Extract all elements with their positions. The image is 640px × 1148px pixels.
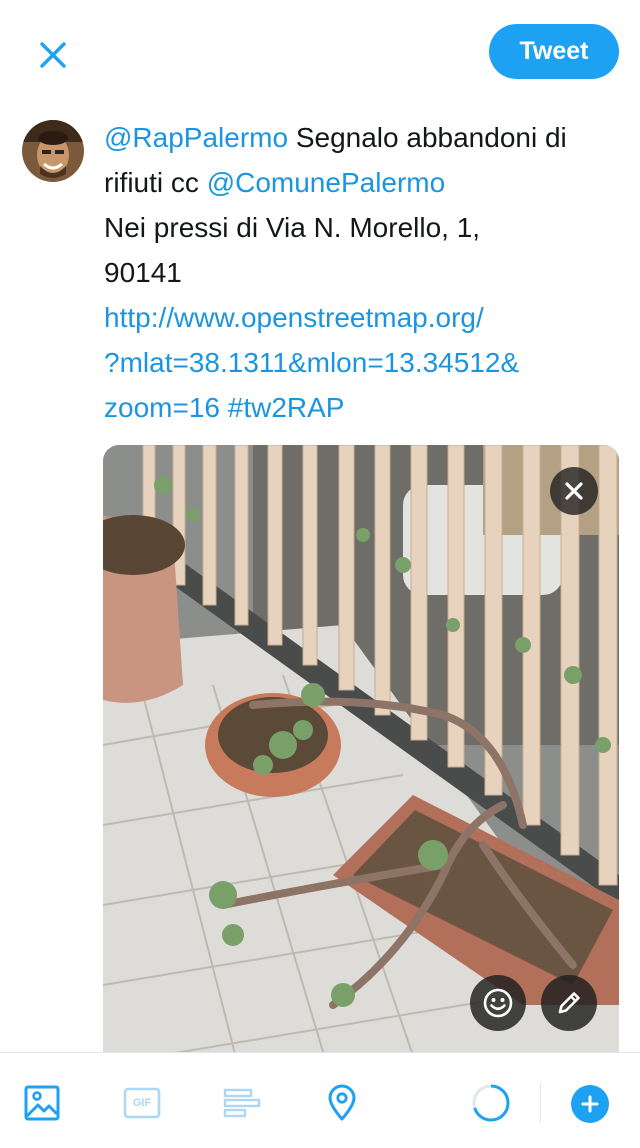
text-line-1: @RapPalermo Segnalo abbandoni di bbox=[104, 115, 624, 160]
composer-toolbar: GIF bbox=[0, 1052, 640, 1148]
text-segment: rifiuti cc bbox=[104, 167, 207, 198]
mention-rappalermo[interactable]: @RapPalermo bbox=[104, 122, 288, 153]
attached-photo[interactable] bbox=[103, 445, 619, 1085]
add-image-button[interactable] bbox=[22, 1083, 62, 1123]
close-button[interactable] bbox=[30, 32, 76, 78]
text-line-7: zoom=16 #tw2RAP bbox=[104, 385, 624, 430]
avatar-image bbox=[22, 120, 84, 182]
add-tweet-button[interactable] bbox=[571, 1085, 609, 1123]
close-icon bbox=[565, 482, 583, 500]
plus-icon bbox=[581, 1095, 599, 1113]
tweet-composer-screen: Tweet @RapPalermo Segnalo abbandoni di r… bbox=[0, 0, 640, 1148]
text-line-4: 90141 bbox=[104, 257, 182, 288]
toolbar-divider bbox=[540, 1083, 541, 1123]
pencil-icon bbox=[558, 992, 580, 1014]
close-icon bbox=[40, 42, 66, 68]
text-line-2: rifiuti cc @ComunePalermo bbox=[104, 160, 624, 205]
photo-balcony-plants bbox=[103, 445, 619, 1085]
mention-comunepalermo[interactable]: @ComunePalermo bbox=[207, 167, 446, 198]
poll-icon bbox=[223, 1088, 261, 1118]
sticker-button[interactable] bbox=[470, 975, 526, 1031]
url-line-2[interactable]: ?mlat=38.1311&mlon=13.34512& bbox=[104, 340, 624, 385]
add-gif-button[interactable]: GIF bbox=[122, 1083, 162, 1123]
gif-label: GIF bbox=[132, 1097, 152, 1109]
tweet-button[interactable]: Tweet bbox=[489, 24, 619, 79]
text-line-3: Nei pressi di Via N. Morello, 1, bbox=[104, 212, 481, 243]
remove-photo-button[interactable] bbox=[550, 467, 598, 515]
text-segment: Segnalo abbandoni di bbox=[288, 122, 567, 153]
url-line-3[interactable]: zoom=16 bbox=[104, 392, 220, 423]
location-icon bbox=[328, 1084, 356, 1121]
smiley-icon bbox=[483, 988, 513, 1018]
add-poll-button[interactable] bbox=[222, 1083, 262, 1123]
image-icon bbox=[24, 1085, 60, 1121]
hashtag-tw2rap[interactable]: #tw2RAP bbox=[220, 392, 345, 423]
avatar bbox=[22, 120, 84, 182]
tweet-text-input[interactable]: @RapPalermo Segnalo abbandoni di rifiuti… bbox=[104, 115, 624, 430]
composer-header: Tweet bbox=[0, 0, 640, 108]
edit-photo-button[interactable] bbox=[541, 975, 597, 1031]
url-line-1[interactable]: http://www.openstreetmap.org/ bbox=[104, 295, 624, 340]
character-counter bbox=[470, 1082, 512, 1124]
character-count-ring bbox=[472, 1084, 510, 1122]
add-location-button[interactable] bbox=[322, 1083, 362, 1123]
